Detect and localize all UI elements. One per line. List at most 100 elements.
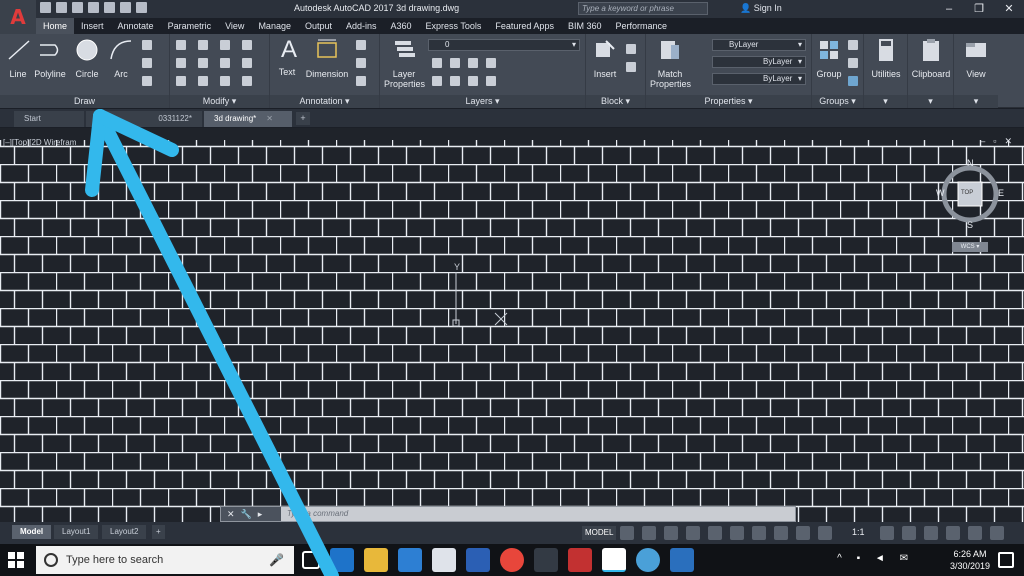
polyline-tool[interactable]: Polyline	[32, 37, 68, 79]
ungroup-icon[interactable]	[848, 40, 858, 50]
task-view-icon[interactable]	[302, 551, 320, 569]
copy-icon[interactable]	[176, 58, 186, 68]
annotation-panel-title[interactable]: Annotation ▾	[270, 95, 379, 108]
stretch-icon[interactable]	[176, 76, 186, 86]
boundary-icon[interactable]	[142, 76, 152, 86]
dimension-tool[interactable]: Dimension	[304, 37, 350, 79]
view-tool[interactable]: View	[958, 37, 994, 79]
ribbon-tab-home[interactable]: Home	[36, 18, 75, 34]
ribbon-tab-manage[interactable]: Manage	[251, 18, 298, 34]
layer-unlock-icon[interactable]	[486, 76, 496, 86]
edit-block-icon[interactable]	[626, 62, 636, 72]
customization-menu-icon[interactable]	[990, 526, 1004, 540]
edge-icon[interactable]	[330, 548, 354, 572]
notification-center-icon[interactable]	[998, 552, 1014, 568]
redo-icon[interactable]	[136, 2, 147, 13]
layer-state-icon[interactable]	[432, 58, 442, 68]
ribbon-tab-parametric[interactable]: Parametric	[161, 18, 219, 34]
insert-tool[interactable]: Insert	[590, 37, 620, 79]
search-input[interactable]: Type a keyword or phrase	[578, 2, 708, 15]
arc-tool[interactable]: Arc	[108, 37, 134, 79]
layers-panel-title[interactable]: Layers ▾	[380, 95, 585, 108]
group-edit-icon[interactable]	[848, 58, 858, 68]
fillet-icon[interactable]	[220, 58, 230, 68]
modify-panel-title[interactable]: Modify ▾	[170, 95, 269, 108]
ribbon-tab-output[interactable]: Output	[298, 18, 339, 34]
mirror-icon[interactable]	[198, 58, 208, 68]
autocad-taskbar-icon[interactable]	[602, 548, 626, 572]
wcs-menu[interactable]: WCS ▾	[952, 242, 988, 252]
rectangle-icon[interactable]	[142, 40, 152, 50]
layer-match-icon[interactable]	[432, 76, 442, 86]
file-tab-start[interactable]: Start	[14, 111, 84, 127]
media-player-icon[interactable]	[534, 548, 558, 572]
leader-icon[interactable]	[356, 40, 366, 50]
polar-icon[interactable]	[686, 526, 700, 540]
offset-icon[interactable]	[242, 76, 252, 86]
layer-properties-tool[interactable]: Layer Properties	[384, 37, 425, 89]
osnap-icon[interactable]	[708, 526, 722, 540]
compass-north[interactable]: N	[967, 158, 974, 168]
layout-tab-layout1[interactable]: Layout1	[54, 525, 99, 539]
app-icon[interactable]	[670, 548, 694, 572]
transparency-icon[interactable]	[774, 526, 788, 540]
markup-icon[interactable]	[356, 76, 366, 86]
explode-icon[interactable]	[242, 58, 252, 68]
add-layout-button[interactable]: +	[152, 525, 165, 539]
new-tab-button[interactable]: +	[296, 112, 310, 125]
mail-icon[interactable]	[432, 548, 456, 572]
linetype-dropdown[interactable]: ByLayer	[712, 73, 806, 85]
lineweight-icon[interactable]	[752, 526, 766, 540]
layer-freeze-icon[interactable]	[486, 58, 496, 68]
snap-icon[interactable]	[642, 526, 656, 540]
group-tool[interactable]: Group	[814, 37, 844, 79]
taskbar-search-input[interactable]: Type here to search 🎤	[36, 546, 294, 574]
close-icon[interactable]: ✕	[994, 0, 1024, 18]
globe-icon[interactable]	[636, 548, 660, 572]
ribbon-tab-view[interactable]: View	[218, 18, 251, 34]
table-icon[interactable]	[356, 58, 366, 68]
ribbon-tab-bim-360[interactable]: BIM 360	[561, 18, 609, 34]
array-icon[interactable]	[220, 76, 230, 86]
viewcube-top-face[interactable]: TOP	[961, 190, 973, 196]
groups-panel-title[interactable]: Groups ▾	[812, 95, 863, 108]
properties-panel-title[interactable]: Properties ▾	[646, 95, 811, 108]
viewport-controls-label[interactable]: [–][Top][2D Wirefram	[3, 138, 76, 147]
line-tool[interactable]: Line	[6, 37, 30, 79]
draw-panel-title[interactable]: Draw	[0, 95, 169, 108]
ribbon-tab-featured-apps[interactable]: Featured Apps	[488, 18, 561, 34]
open-icon[interactable]	[56, 2, 67, 13]
ribbon-tab-a360[interactable]: A360	[384, 18, 419, 34]
lineweight-dropdown[interactable]: ByLayer	[712, 56, 806, 68]
viewport-close-icon[interactable]: ✕	[1004, 136, 1012, 147]
grid-icon[interactable]	[620, 526, 634, 540]
annotation-monitor-icon[interactable]	[902, 526, 916, 540]
model-space-button[interactable]: MODEL	[582, 526, 617, 540]
scale-icon[interactable]	[198, 76, 208, 86]
compass-south[interactable]: S	[967, 220, 973, 230]
layer-off-icon[interactable]	[468, 58, 478, 68]
autodesk-3d-icon[interactable]	[568, 548, 592, 572]
drawing-canvas[interactable]: [–][Top][2D Wirefram – ▫ ✕ TOP N S E W W…	[0, 128, 1024, 522]
save-as-icon[interactable]	[88, 2, 99, 13]
close-command-icon[interactable]: ✕	[227, 507, 235, 521]
annotation-visibility-icon[interactable]	[818, 526, 832, 540]
store-icon[interactable]	[398, 548, 422, 572]
ribbon-tab-add-ins[interactable]: Add-ins	[339, 18, 384, 34]
microphone-icon[interactable]: 🎤	[269, 546, 284, 574]
file-explorer-icon[interactable]	[364, 548, 388, 572]
layer-previous-icon[interactable]	[450, 76, 460, 86]
undo-icon[interactable]	[120, 2, 131, 13]
system-tray-icons[interactable]: ^ ▪ ◄ ✉	[837, 553, 914, 564]
layer-dropdown[interactable]: 0	[428, 39, 580, 51]
text-tool[interactable]: A Text	[276, 37, 298, 78]
block-panel-title[interactable]: Block ▾	[586, 95, 645, 108]
windows-start-icon[interactable]	[8, 552, 24, 568]
word-icon[interactable]	[466, 548, 490, 572]
print-icon[interactable]	[104, 2, 115, 13]
hatch-icon[interactable]	[142, 58, 152, 68]
command-input[interactable]: Type a command	[287, 507, 348, 521]
file-tab-3d-drawing[interactable]: 3d drawing* ✕	[204, 111, 292, 127]
trim-icon[interactable]	[220, 40, 230, 50]
application-menu-button[interactable]: A	[0, 0, 36, 34]
